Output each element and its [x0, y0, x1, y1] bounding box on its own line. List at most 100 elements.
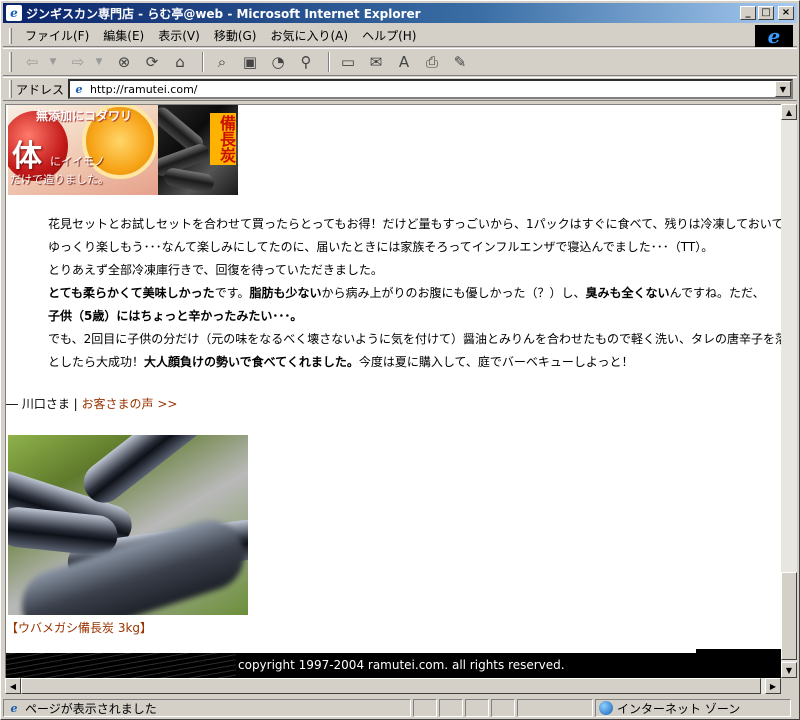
mail-icon: ✉ — [369, 53, 383, 71]
up-arrow-icon: ▲ — [785, 107, 793, 117]
stop-icon: ⊗ — [117, 53, 131, 71]
addressbar-grip[interactable] — [9, 80, 12, 98]
status-text-pane: e ページが表示されました — [3, 699, 411, 717]
fullscreen-button[interactable]: ▭ — [336, 51, 360, 73]
refresh-button[interactable]: ⟳ — [140, 51, 164, 73]
review-signature: ― 川口さま | お客さまの声 >> — [6, 395, 177, 412]
home-button[interactable]: ⌂ — [168, 51, 192, 73]
zone-text: インターネット ゾーン — [617, 701, 741, 716]
review-line-3: とりあえず全部冷凍庫行きで、回復を待っていただきました。 — [48, 263, 383, 277]
ie-page-icon: e — [10, 701, 18, 715]
toolbar-separator — [328, 52, 330, 72]
ie-app-icon: e — [6, 5, 22, 21]
status-pane-extra1 — [465, 699, 489, 717]
font-button[interactable]: A — [392, 51, 416, 73]
stop-button[interactable]: ⊗ — [112, 51, 136, 73]
binchotan-banner[interactable]: 備長炭 — [158, 105, 238, 195]
fullscreen-icon: ▭ — [340, 53, 356, 71]
maximize-button[interactable]: □ — [758, 6, 774, 20]
forward-dropdown-icon[interactable]: ▼ — [90, 51, 108, 73]
address-input[interactable]: e http://ramutei.com/ ▼ — [68, 79, 793, 99]
favorites-button[interactable]: ▣ — [238, 51, 262, 73]
review-line-4: とても柔らかくて美味しかったです。脂肪も少ないから病み上がりのお腹にも優しかった… — [48, 282, 778, 305]
menu-go[interactable]: 移動(G) — [207, 25, 264, 46]
copyright-text: copyright 1997-2004 ramutei.com. all rig… — [238, 658, 565, 672]
ie-e-icon: e — [767, 24, 781, 48]
history-button[interactable]: ◔ — [266, 51, 290, 73]
favorites-folder-icon: ▣ — [242, 53, 258, 71]
menu-favorites[interactable]: お気に入り(A) — [263, 25, 355, 46]
review-line-5: 子供（5歳）にはちょっと辛かったみたい･･･。 — [48, 305, 778, 328]
footer-topline — [6, 649, 781, 653]
review-text-3: んですね。ただ、 — [669, 286, 765, 300]
horizontal-scroll-thumb[interactable] — [21, 678, 761, 694]
review-text-5: 今度は夏に購入して、庭でバーベキューしよっと！ — [358, 355, 634, 369]
channels-button[interactable]: ⚲ — [294, 51, 318, 73]
page-viewport: 無添加にコダワリ 体 にイイモノ だけで造りました。 備長炭 花見セットとお試し… — [5, 104, 781, 678]
menubar-grip[interactable] — [9, 27, 12, 44]
scroll-right-button[interactable]: ▶ — [765, 678, 781, 694]
address-bar: アドレス e http://ramutei.com/ ▼ — [3, 77, 797, 101]
printer-icon: ⎙ — [425, 53, 438, 71]
edit-button[interactable]: ✎ — [448, 51, 472, 73]
charcoal-stick — [75, 435, 248, 511]
minimize-button[interactable]: _ — [740, 6, 756, 20]
font-icon: A — [398, 53, 410, 71]
right-arrow-icon: ▶ — [769, 681, 777, 691]
status-pane-extra3 — [517, 699, 593, 717]
menu-help[interactable]: ヘルプ(H) — [355, 25, 423, 46]
product-caption: 【ウバメガシ備長炭 3kg】 — [6, 619, 152, 636]
scroll-down-button[interactable]: ▼ — [781, 662, 797, 678]
toolbar-grip[interactable] — [9, 52, 12, 72]
page-icon: e — [75, 82, 83, 96]
standard-toolbar: ⇦ ▼ ⇨ ▼ ⊗ ⟳ ⌂ ⌕ ▣ ◔ ⚲ ▭ ✉ A ⎙ ✎ — [3, 48, 797, 76]
additive-free-banner[interactable]: 無添加にコダワリ 体 にイイモノ だけで造りました。 — [8, 105, 158, 195]
browser-window: e ジンギスカン専門店 - らむ亭@web - Microsoft Intern… — [0, 0, 800, 720]
status-pane-progress — [413, 699, 437, 717]
menu-bar: ファイル(F) 編集(E) 表示(V) 移動(G) お気に入り(A) ヘルプ(H… — [3, 24, 797, 48]
review-bold-4: 子供（5歳）にはちょっと辛かったみたい･･･。 — [48, 309, 303, 323]
menu-view[interactable]: 表示(V) — [151, 25, 207, 46]
scroll-left-button[interactable]: ◀ — [5, 678, 21, 694]
review-line-2: ゆっくり楽しもう･･･なんて楽しみにしてたのに、届いたときには家族そろってインフ… — [48, 240, 714, 254]
reviewer-name: ― 川口さま | — [6, 397, 82, 411]
scroll-up-button[interactable]: ▲ — [781, 104, 797, 120]
home-icon: ⌂ — [175, 53, 185, 71]
address-dropdown-icon[interactable]: ▼ — [775, 81, 791, 97]
status-pane-extra2 — [491, 699, 515, 717]
back-arrow-icon: ⇦ — [25, 53, 39, 71]
product-link[interactable]: 【ウバメガシ備長炭 3kg】 — [6, 621, 152, 635]
edit-icon: ✎ — [453, 53, 467, 71]
binchotan-photo[interactable] — [8, 435, 248, 615]
review-line-7: としたら大成功！大人顔負けの勢いで食べてくれました。今度は夏に購入して、庭でバー… — [48, 351, 778, 374]
title-bar: e ジンギスカン専門店 - らむ亭@web - Microsoft Intern… — [3, 3, 797, 23]
down-arrow-icon: ▼ — [785, 665, 793, 675]
security-zone-pane[interactable]: インターネット ゾーン — [595, 699, 791, 717]
customer-voice-link[interactable]: お客さまの声 >> — [82, 397, 178, 411]
vertical-scroll-thumb[interactable] — [781, 572, 797, 660]
banner-line1: 無添加にコダワリ — [36, 109, 133, 123]
review-bold-1: とても柔らかくて美味しかった — [48, 286, 215, 300]
ie-throbber-logo: e — [755, 24, 793, 48]
banner-big-text: 体 — [12, 139, 42, 174]
page-footer: copyright 1997-2004 ramutei.com. all rig… — [6, 649, 781, 678]
menu-edit[interactable]: 編集(E) — [96, 25, 151, 46]
banner-line2: にイイモノ — [50, 155, 105, 168]
footer-stripes — [6, 649, 236, 678]
forward-button[interactable]: ⇨ — [66, 51, 90, 73]
review-line-1: 花見セットとお試しセットを合わせて買ったらとってもお得！だけど量もすっごいから、… — [48, 217, 781, 231]
address-url[interactable]: http://ramutei.com/ — [90, 83, 197, 96]
history-icon: ◔ — [271, 53, 285, 71]
mail-button[interactable]: ✉ — [364, 51, 388, 73]
back-button[interactable]: ⇦ — [20, 51, 44, 73]
refresh-icon: ⟳ — [145, 53, 159, 71]
menu-file[interactable]: ファイル(F) — [18, 25, 96, 46]
vertical-scrollbar[interactable]: ▲ ▼ — [781, 104, 797, 678]
search-icon: ⌕ — [217, 53, 227, 71]
search-button[interactable]: ⌕ — [210, 51, 234, 73]
review-bold-2: 脂肪も少ない — [249, 286, 322, 300]
back-dropdown-icon[interactable]: ▼ — [44, 51, 62, 73]
print-button[interactable]: ⎙ — [420, 51, 444, 73]
horizontal-scrollbar[interactable]: ◀ ▶ — [5, 678, 781, 694]
close-button[interactable]: × — [778, 6, 794, 20]
